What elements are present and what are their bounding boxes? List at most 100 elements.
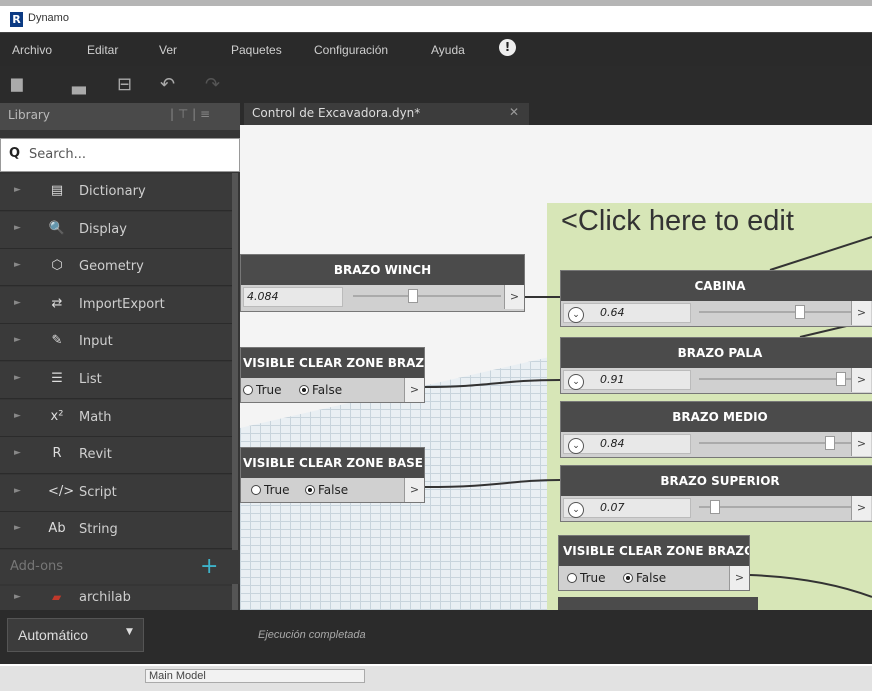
slider-value[interactable]: 0.91 bbox=[600, 373, 625, 386]
sidebar-item-script[interactable]: ► </> Script bbox=[0, 474, 232, 512]
radio-dot[interactable] bbox=[251, 485, 261, 495]
output-port[interactable]: > bbox=[851, 432, 871, 456]
output-port[interactable]: > bbox=[404, 378, 424, 402]
slider-thumb[interactable] bbox=[825, 436, 835, 450]
sidebar-item-input[interactable]: ► ✎ Input bbox=[0, 324, 232, 362]
slider-thumb[interactable] bbox=[835, 372, 846, 386]
number-input[interactable]: ⌄ 0.07 bbox=[563, 498, 691, 518]
output-port[interactable]: > bbox=[851, 301, 871, 325]
chevron-down-icon[interactable]: ⌄ bbox=[568, 307, 584, 323]
node-cabina[interactable]: CABINA ⌄ 0.64 > bbox=[560, 270, 872, 327]
radio-true[interactable]: True bbox=[243, 383, 282, 397]
filter-icon[interactable]: | ⊤ | ≡ bbox=[170, 107, 210, 121]
radio-false[interactable]: False bbox=[305, 483, 348, 497]
output-port[interactable]: > bbox=[404, 478, 424, 502]
radio-false[interactable]: False bbox=[299, 383, 342, 397]
radio-dot-selected[interactable] bbox=[299, 385, 309, 395]
category-icon: R bbox=[52, 446, 62, 462]
undo-icon[interactable]: ↶ bbox=[160, 74, 175, 95]
radio-dot-selected[interactable] bbox=[623, 573, 633, 583]
menu-archivo[interactable]: Archivo bbox=[12, 43, 52, 57]
output-port[interactable]: > bbox=[504, 285, 524, 309]
output-port[interactable]: > bbox=[851, 496, 871, 520]
model-selector[interactable]: Main Model bbox=[145, 669, 365, 683]
radio-dot[interactable] bbox=[567, 573, 577, 583]
slider-track[interactable] bbox=[699, 305, 859, 319]
node-title[interactable]: BRAZO MEDIO bbox=[561, 402, 872, 432]
slider-value[interactable]: 0.07 bbox=[600, 501, 625, 514]
node-visible-clear-zone-brazo[interactable]: VISIBLE CLEAR ZONE BRAZO True False > bbox=[558, 535, 750, 591]
number-input[interactable]: ⌄ 0.91 bbox=[563, 370, 691, 390]
menu-paquetes[interactable]: Paquetes bbox=[231, 43, 282, 57]
expand-arrow-icon: ► bbox=[14, 297, 21, 308]
sidebar-item-importexport[interactable]: ► ⇄ ImportExport bbox=[0, 286, 232, 324]
category-icon: ⇄ bbox=[51, 295, 63, 311]
slider-value[interactable]: 4.084 bbox=[247, 290, 279, 303]
addons-section: Add-ons + bbox=[0, 550, 240, 584]
sidebar-item-archilab[interactable]: ► ▰ archilab bbox=[0, 586, 232, 610]
radio-false[interactable]: False bbox=[623, 571, 666, 585]
menu-ver[interactable]: Ver bbox=[159, 43, 177, 57]
chevron-down-icon[interactable]: ⌄ bbox=[568, 374, 584, 390]
node-title[interactable]: VISIBLE CLEAR ZONE BASE bbox=[241, 448, 424, 478]
node-title[interactable]: BRAZO SUPERIOR bbox=[561, 466, 872, 496]
node-title[interactable]: VISIBLE CLEAR ZONE BRAZO bbox=[241, 348, 424, 378]
slider-track[interactable] bbox=[699, 372, 859, 386]
tab-control-excavadora[interactable]: Control de Excavadora.dyn* ✕ bbox=[244, 103, 529, 125]
redo-icon[interactable]: ↷ bbox=[205, 74, 220, 95]
radio-true[interactable]: True bbox=[251, 483, 290, 497]
node-visible-clear-zone-base[interactable]: VISIBLE CLEAR ZONE BASE True False > bbox=[240, 447, 425, 503]
sidebar-item-list[interactable]: ► ☰ List bbox=[0, 362, 232, 399]
new-file-icon[interactable]: ▆ bbox=[11, 74, 23, 92]
output-port[interactable]: > bbox=[729, 566, 749, 590]
menu-editar[interactable]: Editar bbox=[87, 43, 118, 57]
node-title[interactable]: BRAZO WINCH bbox=[241, 255, 524, 285]
node-title[interactable]: CABINA bbox=[561, 271, 872, 301]
slider-track[interactable] bbox=[699, 436, 859, 450]
close-tab-icon[interactable]: ✕ bbox=[509, 105, 519, 119]
app-title: Dynamo bbox=[28, 12, 69, 24]
radio-dot[interactable] bbox=[243, 385, 253, 395]
run-mode-dropdown[interactable]: Automático ▼ bbox=[7, 618, 144, 652]
sidebar-item-label: Dictionary bbox=[79, 184, 146, 199]
chevron-down-icon[interactable]: ⌄ bbox=[568, 502, 584, 518]
sidebar-item-math[interactable]: ► x² Math bbox=[0, 399, 232, 437]
slider-track[interactable] bbox=[699, 500, 859, 514]
node-brazo-superior[interactable]: BRAZO SUPERIOR ⌄ 0.07 > bbox=[560, 465, 872, 522]
menu-configuracion[interactable]: Configuración bbox=[314, 43, 388, 57]
sidebar-item-dictionary[interactable]: ► ▤ Dictionary bbox=[0, 174, 232, 211]
number-input[interactable]: ⌄ 0.84 bbox=[563, 434, 691, 454]
slider-value[interactable]: 0.84 bbox=[600, 437, 625, 450]
node-partial[interactable] bbox=[558, 597, 758, 610]
slider-track[interactable] bbox=[353, 289, 501, 303]
node-title[interactable]: VISIBLE CLEAR ZONE BRAZO bbox=[559, 536, 749, 566]
add-icon[interactable]: + bbox=[200, 554, 218, 579]
node-visible-clear-zone-brazo[interactable]: VISIBLE CLEAR ZONE BRAZO True False > bbox=[240, 347, 425, 403]
menu-ayuda[interactable]: Ayuda bbox=[431, 43, 465, 57]
save-icon[interactable]: ⊟ bbox=[117, 74, 132, 95]
expand-arrow-icon: ► bbox=[14, 523, 21, 534]
notification-icon[interactable]: ! bbox=[499, 39, 516, 56]
radio-dot-selected[interactable] bbox=[305, 485, 315, 495]
sidebar-item-revit[interactable]: ► R Revit bbox=[0, 437, 232, 475]
slider-thumb[interactable] bbox=[795, 305, 805, 319]
node-brazo-pala[interactable]: BRAZO PALA ⌄ 0.91 > bbox=[560, 337, 872, 394]
node-title[interactable]: BRAZO PALA bbox=[561, 338, 872, 368]
number-input[interactable]: ⌄ 0.64 bbox=[563, 303, 691, 323]
sidebar-item-label: List bbox=[79, 372, 102, 387]
slider-value[interactable]: 0.64 bbox=[600, 306, 625, 319]
slider-thumb[interactable] bbox=[408, 289, 419, 303]
slider-thumb[interactable] bbox=[709, 500, 720, 514]
radio-true[interactable]: True bbox=[567, 571, 606, 585]
number-input[interactable]: 4.084 bbox=[243, 287, 343, 307]
sidebar-item-geometry[interactable]: ► ⬡ Geometry bbox=[0, 249, 232, 287]
chevron-down-icon[interactable]: ⌄ bbox=[568, 438, 584, 454]
sidebar-item-string[interactable]: ► Ab String bbox=[0, 512, 232, 550]
open-file-icon[interactable]: ▃ bbox=[72, 74, 86, 95]
node-brazo-medio[interactable]: BRAZO MEDIO ⌄ 0.84 > bbox=[560, 401, 872, 458]
sidebar-item-display[interactable]: ► 🔍 Display bbox=[0, 211, 232, 249]
graph-canvas[interactable]: <Click here to edit BRAZO WINCH 4.084 > … bbox=[240, 125, 872, 610]
node-brazo-winch[interactable]: BRAZO WINCH 4.084 > bbox=[240, 254, 525, 312]
output-port[interactable]: > bbox=[851, 368, 871, 392]
search-input[interactable]: Q Search... bbox=[0, 138, 240, 172]
